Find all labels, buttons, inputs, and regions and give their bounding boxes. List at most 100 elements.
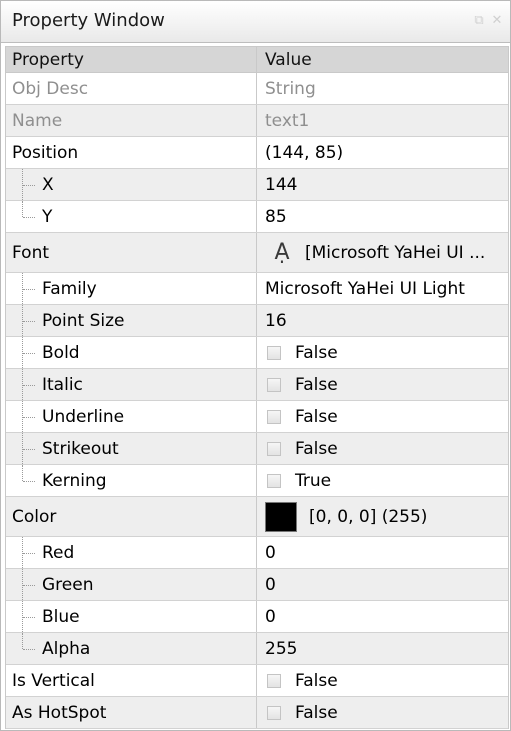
tree-connector [6, 169, 42, 200]
property-value-cell[interactable]: Ạ [Microsoft YaHei UI ... [256, 233, 508, 272]
bold-checkbox[interactable] [267, 345, 281, 360]
property-row-kerning[interactable]: Kerning True [6, 465, 508, 497]
property-row-x[interactable]: X 144 [6, 169, 508, 201]
property-name-cell: Alpha [6, 633, 256, 664]
property-name: Obj Desc [12, 78, 89, 99]
property-name: Family [42, 278, 97, 299]
property-row-bold[interactable]: Bold False [6, 337, 508, 369]
property-value-cell: False [256, 433, 508, 464]
tree-connector [6, 337, 42, 368]
property-row-strikeout[interactable]: Strikeout False [6, 433, 508, 465]
strikeout-checkbox[interactable] [267, 441, 281, 456]
property-name: Is Vertical [12, 670, 95, 691]
property-name-cell: Point Size [6, 305, 256, 336]
property-row-point-size[interactable]: Point Size 16 [6, 305, 508, 337]
property-row-is-vertical[interactable]: Is Vertical False [6, 665, 508, 697]
column-header-property[interactable]: Property [6, 47, 256, 72]
property-name-cell: X [6, 169, 256, 200]
property-name-cell: Underline [6, 401, 256, 432]
property-value[interactable]: Microsoft YaHei UI Light [256, 273, 508, 304]
property-row-y[interactable]: Y 85 [6, 201, 508, 233]
property-name-cell: Bold [6, 337, 256, 368]
property-name: Position [12, 142, 79, 163]
property-value[interactable]: 255 [256, 633, 508, 664]
property-value-cell: True [256, 465, 508, 496]
is-vertical-checkbox[interactable] [267, 673, 281, 688]
tree-connector [6, 433, 42, 464]
property-row-font[interactable]: Font Ạ [Microsoft YaHei UI ... [6, 233, 508, 273]
kerning-checkbox[interactable] [267, 473, 281, 488]
property-name: Color [12, 506, 57, 527]
property-name-cell: Kerning [6, 465, 256, 496]
property-value[interactable]: 16 [256, 305, 508, 336]
property-name-cell: Blue [6, 601, 256, 632]
close-icon[interactable]: ✕ [490, 14, 504, 28]
property-name-cell: Red [6, 537, 256, 568]
property-name: Kerning [42, 470, 107, 491]
property-value[interactable]: (144, 85) [256, 137, 508, 168]
tree-connector [6, 601, 42, 632]
tree-connector [6, 569, 42, 600]
property-value: String [256, 73, 508, 104]
tree-connector [6, 201, 42, 232]
property-value: False [295, 702, 338, 723]
window-title: Property Window [12, 10, 165, 31]
property-row-red[interactable]: Red 0 [6, 537, 508, 569]
as-hotspot-checkbox[interactable] [267, 705, 281, 720]
color-swatch[interactable] [265, 501, 297, 532]
tree-connector [6, 537, 42, 568]
property-value: False [295, 342, 338, 363]
property-row-blue[interactable]: Blue 0 [6, 601, 508, 633]
tree-connector [6, 369, 42, 400]
property-row-color[interactable]: Color [0, 0, 0] (255) [6, 497, 508, 537]
tree-connector [6, 305, 42, 336]
property-name: X [42, 174, 54, 195]
property-value: False [295, 406, 338, 427]
property-row-green[interactable]: Green 0 [6, 569, 508, 601]
property-value-cell: False [256, 665, 508, 696]
property-value: False [295, 374, 338, 395]
font-icon[interactable]: Ạ [267, 240, 297, 265]
tree-connector [6, 273, 42, 304]
property-value[interactable]: 0 [256, 601, 508, 632]
property-name: Alpha [42, 638, 91, 659]
property-row-position[interactable]: Position (144, 85) [6, 137, 508, 169]
property-row-underline[interactable]: Underline False [6, 401, 508, 433]
property-row-alpha[interactable]: Alpha 255 [6, 633, 508, 665]
property-value-cell: False [256, 401, 508, 432]
restore-icon[interactable]: ⧉ [472, 14, 486, 28]
property-name-cell: Green [6, 569, 256, 600]
property-value: False [295, 670, 338, 691]
property-row-family[interactable]: Family Microsoft YaHei UI Light [6, 273, 508, 305]
property-value[interactable]: 144 [256, 169, 508, 200]
grid-header: Property Value [6, 47, 508, 73]
property-value-cell[interactable]: [0, 0, 0] (255) [256, 497, 508, 536]
property-name: Blue [42, 606, 80, 627]
property-row-obj-desc[interactable]: Obj Desc String [6, 73, 508, 105]
property-name-cell: Strikeout [6, 433, 256, 464]
property-name: Underline [42, 406, 125, 427]
property-name: Y [42, 206, 53, 227]
property-name-cell: Italic [6, 369, 256, 400]
property-name: Italic [42, 374, 83, 395]
property-value: False [295, 438, 338, 459]
property-name: Strikeout [42, 438, 119, 459]
property-name: Point Size [42, 310, 125, 331]
title-bar[interactable]: Property Window ⧉ ✕ [1, 1, 510, 43]
property-name: As HotSpot [12, 702, 107, 723]
property-row-as-hotspot[interactable]: As HotSpot False [6, 697, 508, 729]
property-row-italic[interactable]: Italic False [6, 369, 508, 401]
property-value[interactable]: 85 [256, 201, 508, 232]
property-name: Green [42, 574, 94, 595]
tree-connector [6, 633, 42, 664]
property-value: [0, 0, 0] (255) [309, 506, 428, 527]
tree-connector [6, 465, 42, 496]
italic-checkbox[interactable] [267, 377, 281, 392]
underline-checkbox[interactable] [267, 409, 281, 424]
property-value[interactable]: 0 [256, 569, 508, 600]
property-value: [Microsoft YaHei UI ... [305, 242, 486, 263]
property-row-name[interactable]: Name text1 [6, 105, 508, 137]
property-value: True [295, 470, 332, 491]
property-value[interactable]: 0 [256, 537, 508, 568]
column-header-value[interactable]: Value [256, 47, 508, 72]
